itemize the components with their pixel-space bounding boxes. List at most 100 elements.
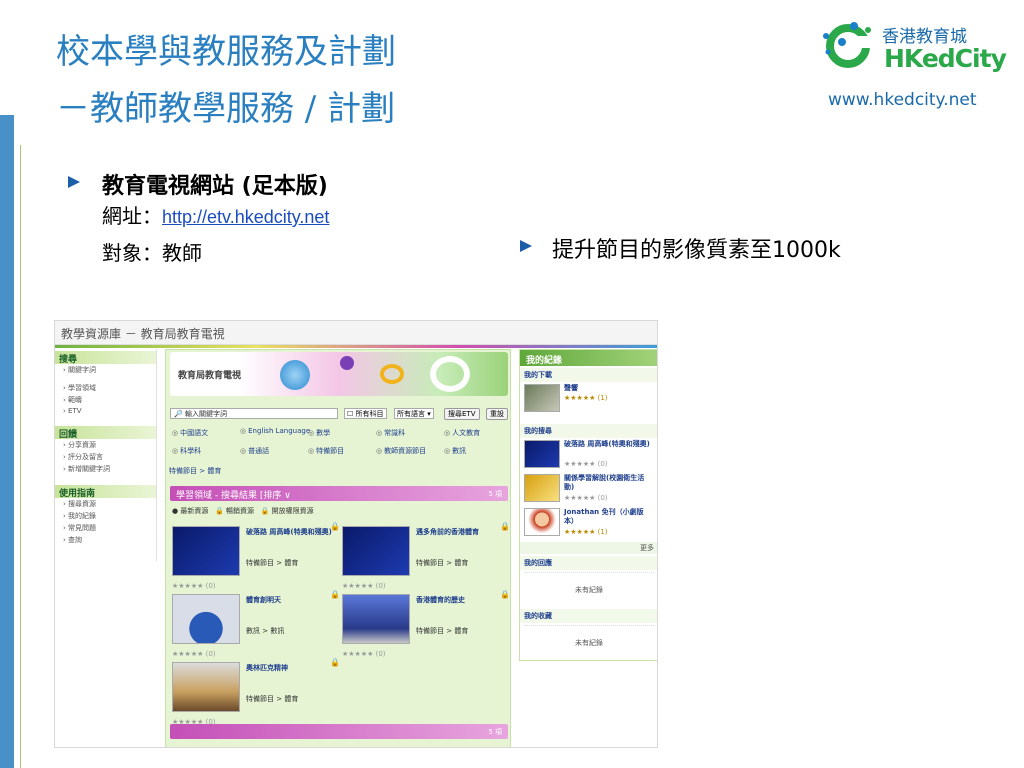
my-feedback-label[interactable]: 我的回應: [520, 556, 657, 570]
download-title[interactable]: 聲響: [564, 384, 654, 393]
result-category: 特備節目 > 體育: [416, 627, 469, 635]
download-rating: ★★★★★ (1): [564, 394, 608, 402]
sidebar-head-feedback: 回饋: [55, 426, 156, 440]
logo-english-text: HKedCity: [884, 44, 1007, 73]
sidebar-item[interactable]: › 我的紀錄: [55, 510, 156, 522]
my-searches-label[interactable]: 我的搜尋: [520, 424, 657, 438]
sidebar-item[interactable]: › 關鍵字詞: [55, 364, 156, 376]
open-access-button[interactable]: 🔒 開放權限資源: [261, 507, 314, 515]
result-thumbnail[interactable]: [342, 526, 410, 576]
etv-banner: 教育局教育電視: [170, 352, 508, 396]
sidebar-item[interactable]: › ETV: [55, 406, 156, 416]
sidebar-item[interactable]: › 評分及留言: [55, 451, 156, 463]
search-title[interactable]: Jonathan 免刊（小劇版本）: [564, 508, 654, 526]
language-select[interactable]: 所有語言 ▾: [394, 408, 434, 419]
reset-button[interactable]: 重設: [486, 408, 508, 420]
result-category: 數訊 > 數訊: [246, 627, 285, 635]
result-thumbnail[interactable]: [342, 594, 410, 644]
subject-radio[interactable]: 科學科: [172, 446, 201, 456]
sidebar-item[interactable]: › 搜尋資源: [55, 498, 156, 510]
breadcrumb[interactable]: 特備節目 > 體育: [169, 466, 221, 476]
result-thumbnail[interactable]: [172, 526, 240, 576]
subject-radio[interactable]: 人文教育: [444, 428, 480, 438]
etv-website-screenshot: 教學資源庫 － 教育局教育電視 搜尋 › 關鍵字詞 › 學習領域 › 範疇 › …: [54, 320, 658, 748]
result-category: 特備節目 > 體育: [246, 559, 299, 567]
subject-radio[interactable]: 常識科: [376, 428, 405, 438]
subject-radio[interactable]: 特備節目: [308, 446, 344, 456]
search-thumbnail[interactable]: [524, 508, 560, 536]
sidebar-head-guide: 使用指南: [55, 485, 156, 499]
search-rating: ★★★★★ (0): [564, 460, 608, 468]
my-records-panel: 我的紀錄 我的下載 聲響 ★★★★★ (1) 我的搜尋 破落路 周高峰(特奧和殘…: [519, 349, 657, 661]
results-header: 學習領域 - 搜尋結果 [排序 ∨ 5 項: [170, 486, 508, 501]
left-accent-line: [20, 145, 21, 768]
result-thumbnail[interactable]: [172, 594, 240, 644]
result-title[interactable]: 破落路 周高峰(特奧和殘奧): [246, 528, 332, 537]
globe-icon: [280, 360, 310, 390]
more-link[interactable]: 更多: [520, 542, 657, 554]
logo-url[interactable]: www.hkedcity.net: [828, 90, 977, 110]
all-subjects-checkbox[interactable]: ☐ 所有科目: [344, 408, 387, 419]
result-thumbnail[interactable]: [172, 662, 240, 712]
subject-radio[interactable]: 中國語文: [172, 428, 208, 438]
search-title[interactable]: 關係學習解說(校園衛生活動): [564, 474, 654, 492]
search-etv-button[interactable]: 搜尋ETV: [444, 408, 480, 420]
url-label: 網址：: [102, 204, 162, 228]
download-thumbnail[interactable]: [524, 384, 560, 412]
subject-radio[interactable]: English Language: [240, 427, 310, 436]
result-item[interactable]: 香港體育的歷史 特備節目 > 體育 ★★★★★ (0) 🔒: [340, 590, 510, 666]
sidebar-item[interactable]: › 學習領域: [55, 382, 156, 394]
sidebar-item[interactable]: › 分享資源: [55, 439, 156, 451]
my-favorites-label[interactable]: 我的收藏: [520, 609, 657, 623]
sidebar-item[interactable]: › 新增關鍵字詞: [55, 463, 156, 475]
search-thumbnail[interactable]: [524, 474, 560, 502]
sidebar-item[interactable]: › 查詢: [55, 534, 156, 546]
search-title[interactable]: 破落路 周高峰(特奧和殘奧): [564, 440, 654, 449]
sidebar-item[interactable]: › 範疇: [55, 394, 156, 406]
popular-button[interactable]: 🔒 暢銷資源: [215, 507, 254, 515]
feedback-empty: 未有紀錄: [524, 572, 654, 607]
search-history-item[interactable]: 破落路 周高峰(特奧和殘奧) ★★★★★ (0): [524, 440, 654, 472]
subject-radio[interactable]: 普通話: [240, 446, 269, 456]
result-title[interactable]: 遇多角前的香港體育: [416, 528, 502, 537]
search-thumbnail[interactable]: [524, 440, 560, 468]
slide-title-line1: 校本學與教服務及計劃: [56, 32, 396, 72]
search-input[interactable]: 🔎 輸入關鍵字詞: [170, 408, 338, 419]
results-title[interactable]: 學習領域 - 搜尋結果 [排序 ∨: [176, 491, 291, 501]
hkedcity-logo: 香港教育城 HKedCity: [818, 16, 1014, 78]
bullet1-audience: 對象：教師: [102, 241, 202, 265]
result-title[interactable]: 體育創明天: [246, 596, 332, 605]
footer-count: 5 項: [488, 728, 502, 736]
results-count: 5 項: [488, 490, 502, 498]
result-item[interactable]: 破落路 周高峰(特奧和殘奧) 特備節目 > 體育 ★★★★★ (0) 🔒: [170, 522, 340, 598]
subject-radio[interactable]: 數學: [308, 428, 330, 438]
etv-link[interactable]: http://etv.hkedcity.net: [162, 207, 329, 227]
ball-icon: [340, 356, 354, 370]
sidebar-head-search: 搜尋: [55, 351, 156, 365]
my-downloads-label[interactable]: 我的下載: [520, 368, 657, 382]
result-rating: ★★★★★ (0): [342, 582, 386, 590]
bullet1-title: 教育電視網站 (足本版): [102, 174, 328, 199]
ring-icon: [380, 364, 404, 384]
lock-icon: 🔒: [330, 658, 340, 667]
result-item[interactable]: 體育創明天 數訊 > 數訊 ★★★★★ (0) 🔒: [170, 590, 340, 666]
bullet2-text: 提升節目的影像質素至1000k: [552, 238, 841, 263]
subject-radio[interactable]: 教師資源節目: [376, 446, 426, 456]
search-history-item[interactable]: 關係學習解說(校園衛生活動) ★★★★★ (0): [524, 474, 654, 506]
slide-title-line2: －教師教學服務 / 計劃: [56, 89, 396, 129]
result-title[interactable]: 香港體育的歷史: [416, 596, 502, 605]
result-item[interactable]: 遇多角前的香港體育 特備節目 > 體育 ★★★★★ (0) 🔒: [340, 522, 510, 598]
sidebar-item[interactable]: › 常見問題: [55, 522, 156, 534]
newest-button[interactable]: ● 最新資源: [172, 507, 208, 515]
search-history-item[interactable]: Jonathan 免刊（小劇版本） ★★★★★ (1): [524, 508, 654, 540]
result-title[interactable]: 奧林匹克精神: [246, 664, 332, 673]
main-panel: 教育局教育電視 🔎 輸入關鍵字詞 ☐ 所有科目 所有語言 ▾ 搜尋ETV 重設 …: [165, 349, 511, 747]
bullet-arrow-icon: [68, 176, 80, 188]
download-item[interactable]: 聲響 ★★★★★ (1): [524, 384, 654, 416]
color-divider: [55, 345, 657, 348]
results-footer: 5 項: [170, 724, 508, 739]
left-accent-bar: [0, 115, 14, 768]
search-rating: ★★★★★ (0): [564, 494, 608, 502]
subject-radio[interactable]: 數訊: [444, 446, 466, 456]
e-logo-icon: [430, 356, 470, 392]
